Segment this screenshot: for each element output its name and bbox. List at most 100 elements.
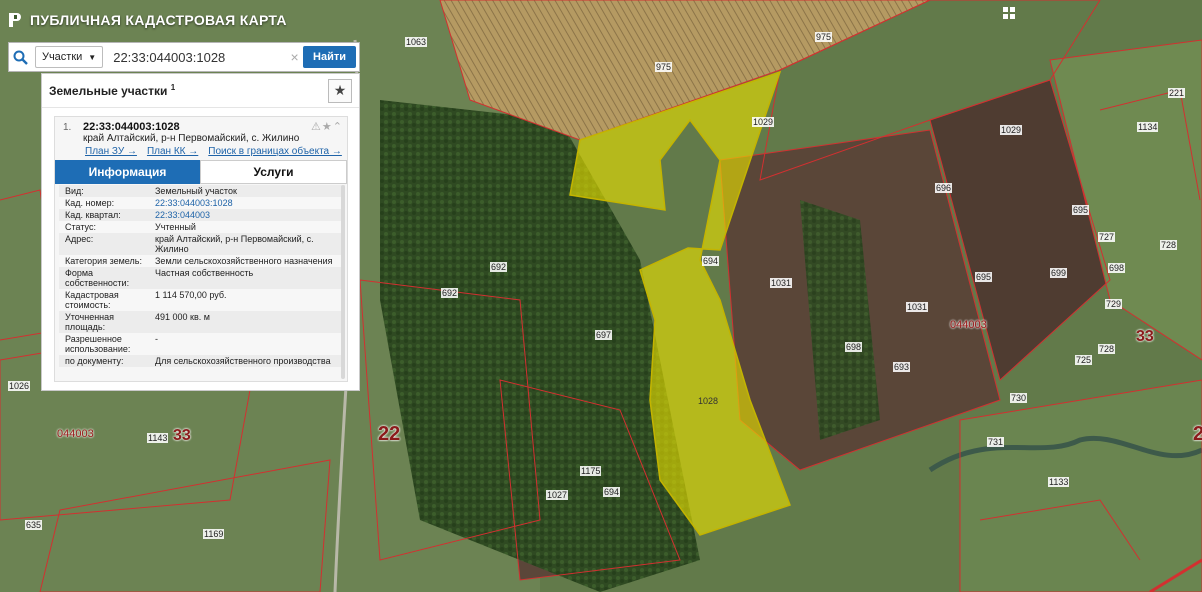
parcel-label[interactable]: 1029 [1000,125,1023,135]
parcel-label[interactable]: 695 [1072,205,1090,215]
parcel-label[interactable]: 1175 [580,466,602,476]
object-type-select[interactable]: Участки ▼ [34,46,104,68]
parcel-label[interactable]: 1026 [8,381,31,391]
district-label: 33 [1136,328,1154,345]
grid-icon[interactable] [1002,6,1016,20]
parcel-label[interactable]: 1169 [203,529,225,539]
info-key: Уточненная площадь: [65,312,115,332]
parcel-label[interactable]: 692 [441,288,459,298]
info-row: Кад. квартал: 22:33:044003 [59,209,345,221]
parcel-label[interactable]: 1134 [1137,122,1159,132]
quarter-label: 044003 [950,319,987,331]
info-row: Адрес: край Алтайский, р-н Первомайский, … [59,233,345,255]
parcel-label[interactable]: 694 [702,256,720,266]
info-row: Кад. номер: 22:33:044003:1028 [59,197,345,209]
link-plan-zu[interactable]: План ЗУ → [85,146,137,157]
card-links: План ЗУ → План КК → Поиск в границах объ… [85,146,342,157]
star-outline-icon[interactable]: ★ [322,121,333,133]
info-value[interactable]: 22:33:044003:1028 [155,198,345,208]
result-cadastral-number: 22:33:044003:1028 [83,121,180,133]
info-key: по документу: [65,356,124,366]
info-key: Статус: [65,222,96,232]
info-row: Вид: Земельный участок [59,185,345,197]
results-panel: Земельные участки 1 ★ 1. 22:33:044003:10… [41,73,360,391]
parcel-label[interactable]: 693 [893,362,911,372]
parcel-label[interactable]: 975 [655,62,673,72]
info-row: Форма собственности: Частная собственност… [59,267,345,289]
link-search-in-bounds[interactable]: Поиск в границах объекта → [208,146,342,157]
card-tools: ⚠★⌃ [311,120,343,133]
parcel-label[interactable]: 1133 [1048,477,1070,487]
info-key: Вид: [65,186,84,196]
info-value: Для сельскохозяйственного производства [155,356,331,366]
link-plan-kk[interactable]: План КК → [147,146,198,157]
parcel-label[interactable]: 221 [1168,88,1186,98]
search-icon [13,50,28,65]
find-button[interactable]: Найти [303,46,356,68]
parcel-label[interactable]: 1143 [147,433,169,443]
search-panel: Участки ▼ × Найти [8,42,360,72]
info-value: Земли сельскохозяйственного назначения [155,256,333,266]
logo-icon [9,13,21,27]
parcel-label[interactable]: 1031 [770,278,793,288]
parcel-label[interactable]: 699 [1050,268,1068,278]
parcel-label[interactable]: 696 [935,183,953,193]
parcel-label[interactable]: 698 [1108,263,1126,273]
chevron-up-icon[interactable]: ⌃ [333,121,343,133]
parcel-label[interactable]: 975 [815,32,833,42]
info-value: край Алтайский, р-н Первомайский, с. Жил… [155,234,314,254]
parcel-label[interactable]: 727 [1098,232,1116,242]
parcel-label[interactable]: 728 [1160,240,1178,250]
parcel-label[interactable]: 694 [603,487,621,497]
close-icon[interactable]: × [289,49,300,65]
info-value: 1 114 570,00 руб. [155,290,227,300]
info-key: Адрес: [65,234,94,244]
warning-icon[interactable]: ⚠ [311,121,322,133]
parcel-label[interactable]: 730 [1010,393,1028,403]
info-value: Частная собственность [155,268,254,278]
parcel-label[interactable]: 729 [1105,299,1123,309]
card-tabs: Информация Услуги [55,160,347,184]
parcel-label[interactable]: 635 [25,520,43,530]
info-row: Категория земель: Земли сельскохозяйствен… [59,255,345,267]
parcel-label[interactable]: 1027 [546,490,569,500]
favorite-button[interactable]: ★ [328,78,352,103]
parcel-label[interactable]: 698 [845,342,863,352]
selected-parcel-label[interactable]: 1028 [697,396,719,406]
parcel-label[interactable]: 1029 [752,117,775,127]
info-key: Категория земель: [65,256,142,266]
tab-services[interactable]: Услуги [200,160,347,184]
info-row: Статус: Учтенный [59,221,345,233]
chevron-down-icon: ▼ [88,52,97,62]
search-button-left[interactable] [9,43,32,71]
results-title-text: Земельные участки [49,84,168,98]
parcel-label[interactable]: 728 [1098,344,1116,354]
parcel-label[interactable]: 731 [987,437,1005,447]
app-title: ПУБЛИЧНАЯ КАДАСТРОВАЯ КАРТА [30,12,287,28]
results-header: Земельные участки 1 ★ [42,74,359,108]
scrollbar[interactable] [341,185,345,379]
tab-info[interactable]: Информация [55,160,200,184]
parcel-label[interactable]: 697 [595,330,613,340]
info-row: по документу: Для сельскохозяйственного п… [59,355,345,367]
info-row: Кадастровая стоимость: 1 114 570,00 руб. [59,289,345,311]
parcel-label[interactable]: 692 [490,262,508,272]
info-value: - [155,334,158,344]
parcel-label[interactable]: 1063 [405,37,428,47]
search-input[interactable] [103,46,290,68]
parcel-label[interactable]: 725 [1075,355,1093,365]
quarter-label: 044003 [57,428,94,440]
result-card[interactable]: 1. 22:33:044003:1028 край Алтайский, р-н… [54,116,348,382]
district-label: 2 [1193,423,1202,445]
district-label: 33 [173,427,191,444]
info-value[interactable]: 22:33:044003 [155,210,345,220]
info-row: Разрешенное использование: - [59,333,345,355]
top-bar: ПУБЛИЧНАЯ КАДАСТРОВАЯ КАРТА [0,0,1202,40]
object-type-label: Участки [41,51,83,63]
parcel-label[interactable]: 1031 [906,302,929,312]
info-table: Вид: Земельный участок Кад. номер: 22:33:04… [59,185,345,367]
results-count: 1 [170,83,176,92]
parcel-label[interactable]: 695 [975,272,993,282]
info-key: Разрешенное использование: [65,334,131,354]
results-title: Земельные участки 1 [49,83,175,98]
